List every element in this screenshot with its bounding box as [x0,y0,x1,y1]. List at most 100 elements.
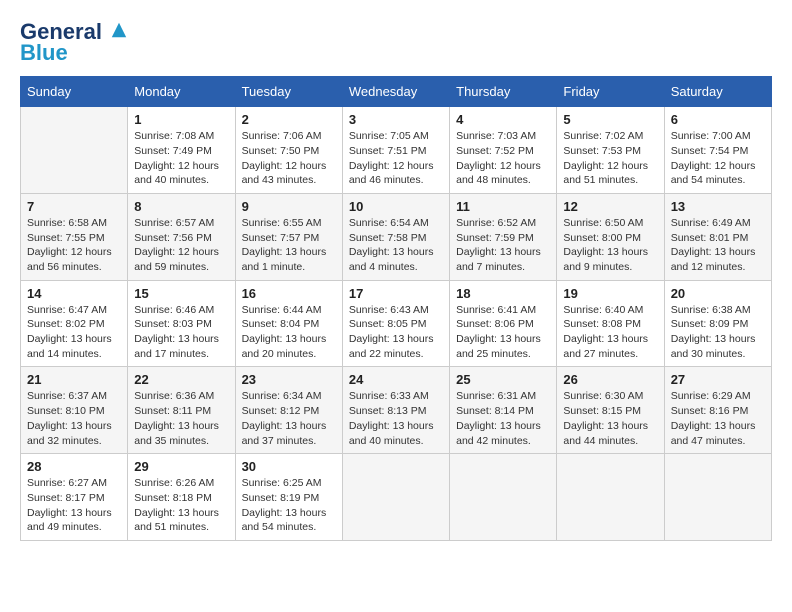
header: General Blue [20,20,772,66]
cell-content: Sunrise: 6:49 AMSunset: 8:01 PMDaylight:… [671,216,765,275]
day-number: 9 [242,199,336,214]
cell-content: Sunrise: 6:37 AMSunset: 8:10 PMDaylight:… [27,389,121,448]
calendar-cell: 30Sunrise: 6:25 AMSunset: 8:19 PMDayligh… [235,454,342,541]
day-number: 20 [671,286,765,301]
cell-content: Sunrise: 6:25 AMSunset: 8:19 PMDaylight:… [242,476,336,535]
calendar-week-3: 14Sunrise: 6:47 AMSunset: 8:02 PMDayligh… [21,280,772,367]
cell-content: Sunrise: 6:26 AMSunset: 8:18 PMDaylight:… [134,476,228,535]
calendar-cell: 17 Sunrise: 6:43 AMSunset: 8:05 PMDayligh… [342,280,449,367]
day-number: 4 [456,112,550,127]
cell-content: Sunrise: 6:57 AMSunset: 7:56 PMDaylight:… [134,216,228,275]
calendar-cell: 3Sunrise: 7:05 AMSunset: 7:51 PMDaylight… [342,107,449,194]
cell-content: Sunrise: 6:41 AMSunset: 8:06 PMDaylight:… [456,303,550,362]
day-number: 10 [349,199,443,214]
day-number: 14 [27,286,121,301]
day-number: 22 [134,372,228,387]
calendar-cell: 5 Sunrise: 7:02 AMSunset: 7:53 PMDaylight… [557,107,664,194]
cell-content: Sunrise: 6:58 AMSunset: 7:55 PMDaylight:… [27,216,121,275]
calendar-cell [664,454,771,541]
calendar-cell: 26 Sunrise: 6:30 AMSunset: 8:15 PMDayligh… [557,367,664,454]
cell-content: Sunrise: 6:27 AMSunset: 8:17 PMDaylight:… [27,476,121,535]
weekday-friday: Friday [557,77,664,107]
day-number: 26 [563,372,657,387]
calendar-cell [21,107,128,194]
logo: General Blue [20,20,128,66]
calendar-cell: 2 Sunrise: 7:06 AMSunset: 7:50 PMDaylight… [235,107,342,194]
day-number: 7 [27,199,121,214]
calendar-cell: 6Sunrise: 7:00 AMSunset: 7:54 PMDaylight… [664,107,771,194]
cell-content: Sunrise: 6:46 AMSunset: 8:03 PMDaylight:… [134,303,228,362]
calendar-table: SundayMondayTuesdayWednesdayThursdayFrid… [20,76,772,541]
cell-content: Sunrise: 6:36 AMSunset: 8:11 PMDaylight:… [134,389,228,448]
calendar-cell: 22 Sunrise: 6:36 AMSunset: 8:11 PMDayligh… [128,367,235,454]
calendar-cell: 24 Sunrise: 6:33 AMSunset: 8:13 PMDayligh… [342,367,449,454]
cell-content: Sunrise: 6:33 AMSunset: 8:13 PMDaylight:… [349,389,443,448]
calendar-cell: 27 Sunrise: 6:29 AMSunset: 8:16 PMDayligh… [664,367,771,454]
weekday-sunday: Sunday [21,77,128,107]
calendar-cell: 8 Sunrise: 6:57 AMSunset: 7:56 PMDaylight… [128,193,235,280]
calendar-cell: 10 Sunrise: 6:54 AMSunset: 7:58 PMDayligh… [342,193,449,280]
calendar-cell: 19 Sunrise: 6:40 AMSunset: 8:08 PMDayligh… [557,280,664,367]
day-number: 21 [27,372,121,387]
day-number: 8 [134,199,228,214]
day-number: 13 [671,199,765,214]
cell-content: Sunrise: 6:29 AMSunset: 8:16 PMDaylight:… [671,389,765,448]
weekday-wednesday: Wednesday [342,77,449,107]
cell-content: Sunrise: 6:52 AMSunset: 7:59 PMDaylight:… [456,216,550,275]
day-number: 1 [134,112,228,127]
day-number: 5 [563,112,657,127]
day-number: 28 [27,459,121,474]
day-number: 18 [456,286,550,301]
logo-icon [110,21,128,39]
calendar-cell: 23Sunrise: 6:34 AMSunset: 8:12 PMDayligh… [235,367,342,454]
cell-content: Sunrise: 7:08 AMSunset: 7:49 PMDaylight:… [134,129,228,188]
cell-content: Sunrise: 7:02 AMSunset: 7:53 PMDaylight:… [563,129,657,188]
day-number: 27 [671,372,765,387]
day-number: 15 [134,286,228,301]
calendar-cell: 9 Sunrise: 6:55 AMSunset: 7:57 PMDaylight… [235,193,342,280]
cell-content: Sunrise: 7:03 AMSunset: 7:52 PMDaylight:… [456,129,550,188]
calendar-cell [342,454,449,541]
calendar-week-4: 21 Sunrise: 6:37 AMSunset: 8:10 PMDayligh… [21,367,772,454]
day-number: 11 [456,199,550,214]
calendar-cell: 18 Sunrise: 6:41 AMSunset: 8:06 PMDayligh… [450,280,557,367]
calendar-cell [450,454,557,541]
calendar-cell: 12 Sunrise: 6:50 AMSunset: 8:00 PMDayligh… [557,193,664,280]
calendar-cell [557,454,664,541]
calendar-week-1: 1 Sunrise: 7:08 AMSunset: 7:49 PMDaylight… [21,107,772,194]
cell-content: Sunrise: 7:05 AMSunset: 7:51 PMDaylight:… [349,129,443,188]
calendar-cell: 11 Sunrise: 6:52 AMSunset: 7:59 PMDayligh… [450,193,557,280]
day-number: 29 [134,459,228,474]
calendar-week-5: 28 Sunrise: 6:27 AMSunset: 8:17 PMDayligh… [21,454,772,541]
cell-content: Sunrise: 7:00 AMSunset: 7:54 PMDaylight:… [671,129,765,188]
day-number: 16 [242,286,336,301]
weekday-tuesday: Tuesday [235,77,342,107]
day-number: 2 [242,112,336,127]
day-number: 25 [456,372,550,387]
weekday-monday: Monday [128,77,235,107]
calendar-cell: 13 Sunrise: 6:49 AMSunset: 8:01 PMDayligh… [664,193,771,280]
day-number: 12 [563,199,657,214]
cell-content: Sunrise: 6:38 AMSunset: 8:09 PMDaylight:… [671,303,765,362]
cell-content: Sunrise: 7:06 AMSunset: 7:50 PMDaylight:… [242,129,336,188]
cell-content: Sunrise: 6:43 AMSunset: 8:05 PMDaylight:… [349,303,443,362]
calendar-cell: 7 Sunrise: 6:58 AMSunset: 7:55 PMDaylight… [21,193,128,280]
cell-content: Sunrise: 6:34 AMSunset: 8:12 PMDaylight:… [242,389,336,448]
day-number: 17 [349,286,443,301]
cell-content: Sunrise: 6:55 AMSunset: 7:57 PMDaylight:… [242,216,336,275]
calendar-cell: 14Sunrise: 6:47 AMSunset: 8:02 PMDayligh… [21,280,128,367]
calendar-cell: 16 Sunrise: 6:44 AMSunset: 8:04 PMDayligh… [235,280,342,367]
cell-content: Sunrise: 6:50 AMSunset: 8:00 PMDaylight:… [563,216,657,275]
calendar-week-2: 7 Sunrise: 6:58 AMSunset: 7:55 PMDaylight… [21,193,772,280]
cell-content: Sunrise: 6:31 AMSunset: 8:14 PMDaylight:… [456,389,550,448]
calendar-cell: 25 Sunrise: 6:31 AMSunset: 8:14 PMDayligh… [450,367,557,454]
calendar-cell: 20 Sunrise: 6:38 AMSunset: 8:09 PMDayligh… [664,280,771,367]
cell-content: Sunrise: 6:30 AMSunset: 8:15 PMDaylight:… [563,389,657,448]
weekday-saturday: Saturday [664,77,771,107]
day-number: 19 [563,286,657,301]
cell-content: Sunrise: 6:44 AMSunset: 8:04 PMDaylight:… [242,303,336,362]
cell-content: Sunrise: 6:54 AMSunset: 7:58 PMDaylight:… [349,216,443,275]
cell-content: Sunrise: 6:40 AMSunset: 8:08 PMDaylight:… [563,303,657,362]
day-number: 24 [349,372,443,387]
calendar-cell: 1 Sunrise: 7:08 AMSunset: 7:49 PMDaylight… [128,107,235,194]
